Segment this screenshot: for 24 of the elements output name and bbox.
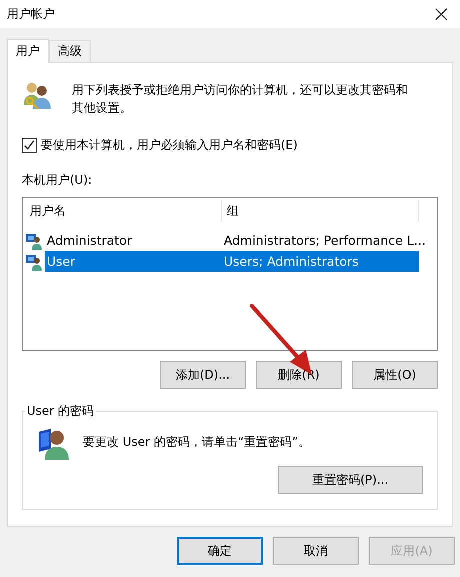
description-text: 用下列表授予或拒绝用户访问你的计算机，还可以更改其密码和其他设置。	[72, 82, 409, 117]
reset-password-button[interactable]: 重置密码(P)...	[278, 466, 423, 494]
dialog-button[interactable]: 取消	[273, 537, 359, 565]
checkbox[interactable]	[22, 138, 37, 153]
password-message: 要更改 User 的密码，请单击“重置密码”。	[83, 434, 310, 451]
user-computer-icon	[25, 252, 43, 270]
list-label: 本机用户(U):	[22, 172, 94, 189]
column-header[interactable]: 组	[222, 200, 419, 222]
tab[interactable]: 高级	[49, 40, 91, 62]
column-header[interactable]: 用户名	[25, 200, 222, 222]
checkbox-label: 要使用本计算机，用户必须输入用户名和密码(E)	[41, 137, 298, 154]
user-computer-icon	[25, 232, 43, 250]
close-icon[interactable]	[435, 8, 448, 20]
table-cell[interactable]: Users; Administrators	[222, 251, 419, 272]
table-cell[interactable]: Administrators; Performance L...	[222, 230, 426, 251]
tab[interactable]: 用户	[7, 39, 49, 63]
dialog-button[interactable]: 确定	[177, 537, 263, 565]
user-monitor-icon	[37, 426, 69, 460]
table-cell[interactable]: User	[45, 251, 222, 272]
list-button[interactable]: 属性(O)	[352, 361, 438, 389]
group-title: User 的密码	[26, 403, 96, 420]
list-button[interactable]: 添加(D)...	[160, 361, 246, 389]
window-title: 用户帐户	[7, 6, 55, 22]
table-cell[interactable]: Administrator	[45, 230, 222, 251]
